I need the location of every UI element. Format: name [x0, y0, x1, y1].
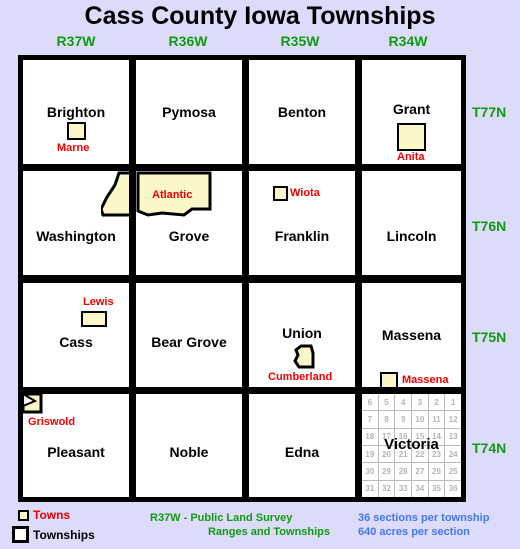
section-cell[interactable]: 33	[395, 480, 411, 497]
township-cell-victoria[interactable]: 6 5 4 3 2 1 7 8 9 10 11 12 18 17 16 15 14 13 19 20 21 22 23 24 3…	[362, 394, 461, 497]
legend-label-towns: Towns	[33, 508, 71, 522]
town-label-wiota: Wiota	[290, 187, 320, 199]
township-grid: Brighton Marne Pymosa Benton Grant Anita…	[18, 55, 466, 502]
section-cell[interactable]: 34	[412, 480, 428, 497]
sections-note-line2: 640 acres per section	[358, 526, 470, 538]
legend-label-townships: Townships	[33, 527, 95, 542]
town-label-griswold: Griswold	[28, 416, 76, 428]
township-cell-benton[interactable]: Benton	[249, 60, 355, 164]
town-polygon-griswold[interactable]	[23, 394, 47, 418]
town-polygon-atlantic-west[interactable]	[101, 171, 129, 221]
township-label-grant: Grant	[392, 101, 431, 117]
section-cell[interactable]: 7	[362, 411, 378, 428]
section-cell[interactable]: 28	[395, 463, 411, 480]
township-label-pleasant: Pleasant	[47, 444, 105, 460]
township-cell-bear-grove[interactable]: Bear Grove	[136, 283, 242, 387]
township-label-edna: Edna	[284, 444, 320, 460]
township-cell-washington[interactable]: Washington	[23, 171, 129, 275]
map-container: Cass County Iowa Townships R37W R36W R35…	[0, 0, 520, 549]
section-cell[interactable]: 29	[378, 463, 395, 480]
township-row-label-t74n: T74N	[472, 440, 507, 456]
township-cell-noble[interactable]: Noble	[136, 394, 242, 497]
town-label-anita: Anita	[397, 151, 425, 163]
township-label-lincoln: Lincoln	[386, 228, 437, 244]
range-label-r34w: R34W	[388, 33, 428, 49]
section-cell[interactable]: 30	[362, 463, 378, 480]
township-label-grove: Grove	[168, 228, 210, 244]
town-marker-massena[interactable]	[380, 372, 398, 387]
town-label-cumberland: Cumberland	[268, 371, 333, 383]
range-label-r35w: R35W	[280, 33, 320, 49]
town-swatch-icon	[18, 509, 29, 521]
section-cell[interactable]: 27	[412, 463, 428, 480]
section-cell[interactable]: 31	[362, 480, 378, 497]
section-cell[interactable]: 6	[362, 394, 378, 411]
township-label-cass: Cass	[59, 334, 93, 350]
town-label-atlantic: Atlantic	[152, 189, 193, 201]
section-cell[interactable]: 11	[428, 411, 445, 428]
pls-note-line1: R37W - Public Land Survey	[150, 512, 293, 524]
township-cell-edna[interactable]: Edna	[249, 394, 355, 497]
legend-row-towns: Towns	[18, 508, 70, 522]
section-cell[interactable]: 12	[445, 411, 461, 428]
section-cell[interactable]: 36	[445, 480, 461, 497]
township-label-franklin: Franklin	[274, 228, 330, 244]
town-marker-anita[interactable]	[397, 123, 426, 151]
township-label-massena: Massena	[381, 327, 442, 343]
town-marker-lewis[interactable]	[81, 311, 107, 327]
township-cell-lincoln[interactable]: Lincoln	[362, 171, 461, 275]
township-label-union: Union	[282, 325, 322, 341]
public-land-survey-note: R37W - Public Land Survey Ranges and Tow…	[140, 511, 370, 539]
township-cell-grove[interactable]: Atlantic Grove	[136, 171, 242, 275]
town-marker-marne[interactable]	[67, 122, 86, 140]
section-cell[interactable]: 5	[378, 394, 395, 411]
sections-note-line1: 36 sections per township	[358, 512, 490, 524]
township-cell-brighton[interactable]: Brighton Marne	[23, 60, 129, 164]
section-cell[interactable]: 3	[412, 394, 428, 411]
section-cell[interactable]: 1	[445, 394, 461, 411]
township-cell-pymosa[interactable]: Pymosa	[136, 60, 242, 164]
township-cell-grant[interactable]: Grant Anita	[362, 60, 461, 164]
township-label-benton: Benton	[277, 104, 327, 120]
township-cell-cass[interactable]: Lewis Cass	[23, 283, 129, 387]
section-cell[interactable]: 8	[378, 411, 395, 428]
section-cell[interactable]: 35	[428, 480, 445, 497]
township-label-brighton: Brighton	[46, 104, 106, 120]
township-swatch-icon	[12, 526, 29, 543]
section-cell[interactable]: 25	[445, 463, 461, 480]
town-polygon-cumberland[interactable]	[293, 343, 319, 373]
pls-note-line2: Ranges and Townships	[207, 526, 331, 538]
town-label-lewis: Lewis	[83, 296, 114, 308]
section-cell[interactable]: 26	[428, 463, 445, 480]
range-label-r36w: R36W	[168, 33, 208, 49]
township-row-label-t77n: T77N	[472, 104, 507, 120]
section-cell[interactable]: 10	[412, 411, 428, 428]
legend-row-townships: Townships	[12, 526, 95, 543]
section-cell[interactable]: 2	[428, 394, 445, 411]
town-marker-wiota[interactable]	[273, 186, 288, 201]
township-label-noble: Noble	[169, 444, 209, 460]
section-cell[interactable]: 4	[395, 394, 411, 411]
township-label-bear-grove: Bear Grove	[151, 334, 227, 350]
town-label-massena: Massena	[402, 374, 449, 386]
township-label-victoria: Victoria	[384, 436, 439, 453]
range-label-r37w: R37W	[56, 33, 96, 49]
township-cell-union[interactable]: Union Cumberland	[249, 283, 355, 387]
sections-note: 36 sections per township 640 acres per s…	[358, 511, 489, 539]
township-cell-franklin[interactable]: Wiota Franklin	[249, 171, 355, 275]
township-row-label-t76n: T76N	[472, 218, 507, 234]
township-cell-massena[interactable]: Massena Massena	[362, 283, 461, 387]
township-cell-pleasant[interactable]: Griswold Pleasant	[23, 394, 129, 497]
town-label-marne: Marne	[57, 142, 90, 154]
section-cell[interactable]: 32	[378, 480, 395, 497]
township-label-washington: Washington	[36, 228, 116, 244]
township-row-label-t75n: T75N	[472, 329, 507, 345]
township-label-pymosa: Pymosa	[162, 104, 216, 120]
page-title: Cass County Iowa Townships	[84, 2, 436, 30]
section-cell[interactable]: 9	[395, 411, 411, 428]
